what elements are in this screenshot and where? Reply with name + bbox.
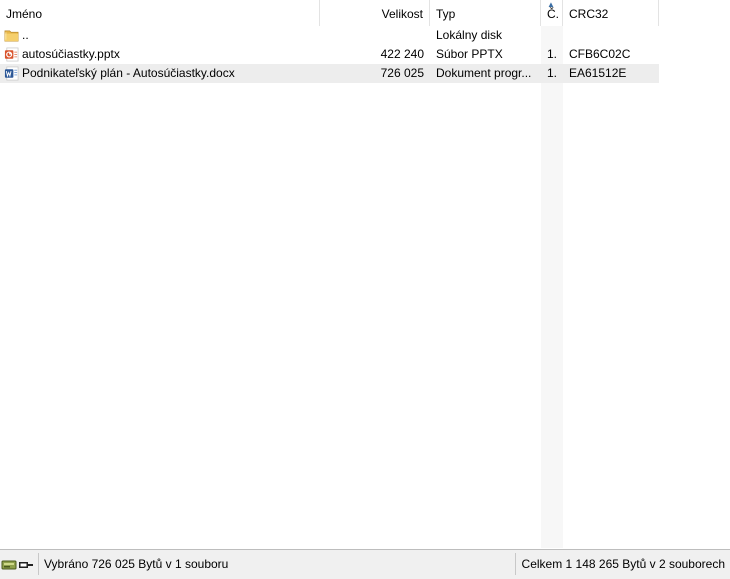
file-number [541, 26, 563, 45]
file-crc32 [563, 26, 659, 45]
file-number: 1. [547, 66, 558, 80]
file-crc32: CFB6C02C [569, 47, 631, 61]
file-name: .. [22, 28, 29, 42]
file-size: 422 240 [380, 47, 424, 61]
column-header-type[interactable]: Typ [430, 0, 541, 26]
column-header-filler [659, 0, 730, 26]
file-type: Dokument progr... [436, 66, 532, 80]
file-name: autosúčiastky.pptx [22, 47, 120, 61]
file-size: 726 025 [380, 66, 424, 80]
sorted-column-highlight [541, 26, 563, 548]
column-header-number-label: Č. [547, 7, 559, 21]
file-name: Podnikateľský plán - Autosúčiastky.docx [22, 66, 235, 80]
file-row-pptx[interactable]: autosúčiastky.pptx 422 240 Súbor PPTX 1.… [0, 45, 659, 64]
status-total-text: Celkem 1 148 265 Bytů v 2 souborech [514, 553, 730, 575]
column-header-number[interactable]: ▲ Č. [541, 0, 563, 26]
file-type: Súbor PPTX [436, 47, 503, 61]
file-list[interactable]: .. Lokálny disk autosúčiastky.pptx 422 2… [0, 26, 730, 548]
drive-icon[interactable] [0, 557, 38, 573]
file-number: 1. [547, 47, 558, 61]
file-type: Lokálny disk [436, 28, 503, 42]
file-size [320, 26, 430, 45]
column-header-name[interactable]: Jméno [0, 0, 320, 26]
file-row-parent[interactable]: .. Lokálny disk [0, 26, 659, 45]
sort-ascending-icon: ▲ [547, 0, 555, 9]
file-row-docx[interactable]: Podnikateľský plán - Autosúčiastky.docx … [0, 64, 659, 83]
column-header-crc32[interactable]: CRC32 [563, 0, 659, 26]
column-header-row: Jméno Velikost Typ ▲ Č. CRC32 [0, 0, 730, 27]
status-bar: Vybráno 726 025 Bytů v 1 souboru Celkem … [0, 549, 730, 579]
file-list-window: Jméno Velikost Typ ▲ Č. CRC32 .. Lokálny… [0, 0, 730, 579]
file-crc32: EA61512E [569, 66, 627, 80]
column-header-size[interactable]: Velikost [320, 0, 430, 26]
status-selected-text: Vybráno 726 025 Bytů v 1 souboru [38, 553, 228, 575]
